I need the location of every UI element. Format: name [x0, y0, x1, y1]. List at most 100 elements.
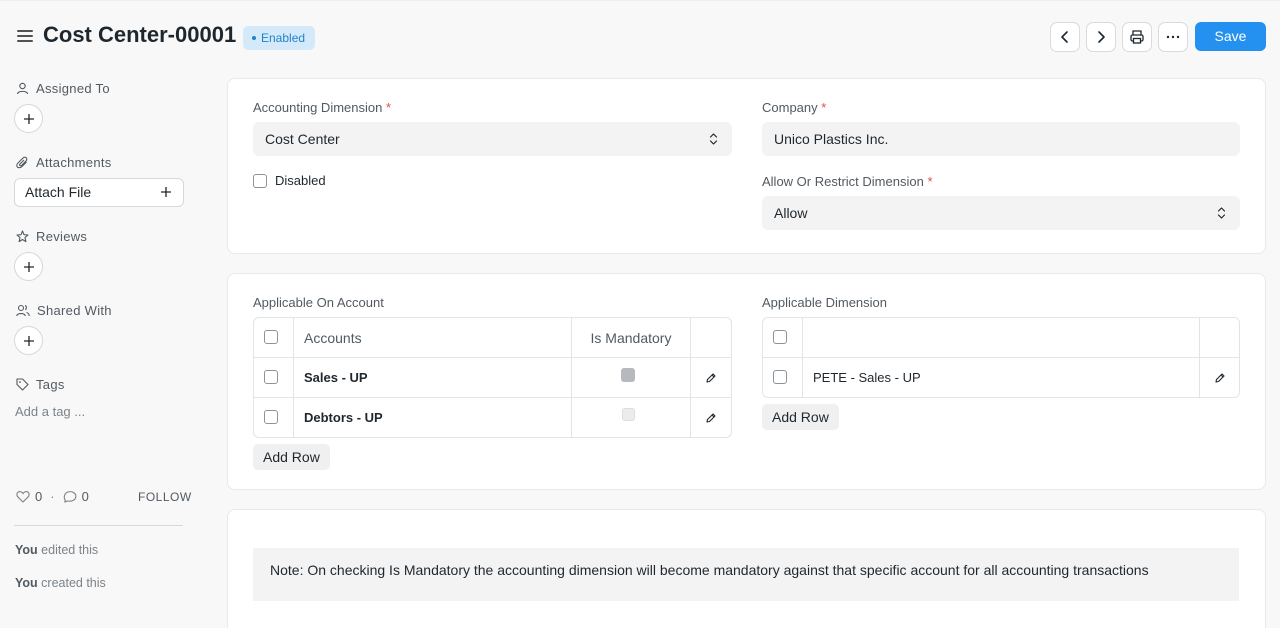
likes-count: 0	[35, 489, 43, 504]
header-edit-cell	[1200, 318, 1239, 358]
company-field[interactable]: Unico Plastics Inc.	[762, 122, 1240, 156]
activity-user: You	[15, 576, 38, 590]
row-checkbox[interactable]	[264, 410, 278, 424]
previous-button[interactable]	[1050, 22, 1080, 52]
is-mandatory-cell	[572, 358, 691, 398]
activity-text: created this	[37, 576, 106, 590]
select-updown-icon	[1217, 207, 1226, 219]
row-checkbox[interactable]	[264, 370, 278, 384]
add-dimension-row-button[interactable]: Add Row	[762, 404, 839, 430]
save-button[interactable]: Save	[1195, 22, 1266, 51]
table-row[interactable]: PETE - Sales - UP	[763, 358, 1239, 398]
accounting-dimension-label: Accounting Dimension *	[253, 100, 391, 115]
paperclip-icon	[16, 156, 28, 169]
attachments-label: Attachments	[36, 155, 112, 170]
status-dot-icon	[252, 35, 256, 40]
next-button[interactable]	[1086, 22, 1116, 52]
comment-icon[interactable]	[63, 490, 77, 503]
attachments-section: Attachments	[16, 155, 112, 170]
tags-label: Tags	[36, 377, 65, 392]
accounting-dimension-value: Cost Center	[265, 131, 340, 147]
status-text: Enabled	[261, 31, 306, 45]
edit-icon[interactable]	[705, 372, 717, 384]
plus-icon	[23, 113, 34, 124]
required-mark: *	[821, 100, 827, 115]
activity-user: You	[15, 543, 38, 557]
is-mandatory-cell	[572, 398, 691, 438]
table-row[interactable]: Sales - UP	[254, 358, 731, 398]
accounting-dimension-select[interactable]: Cost Center	[253, 122, 732, 156]
row-select-cell	[254, 398, 294, 438]
company-label: Company *	[762, 100, 826, 115]
shared-with-label: Shared With	[37, 303, 112, 318]
star-icon	[16, 230, 29, 243]
header-edit-cell	[691, 318, 731, 358]
add-tag-input[interactable]: Add a tag ...	[15, 404, 85, 419]
reviews-section: Reviews	[16, 229, 87, 244]
account-cell[interactable]: Debtors - UP	[294, 398, 572, 438]
add-review-button[interactable]	[14, 252, 43, 281]
plus-icon	[23, 261, 34, 272]
select-all-cell	[254, 318, 294, 358]
chevron-right-icon	[1098, 31, 1105, 43]
allow-restrict-label: Allow Or Restrict Dimension *	[762, 174, 933, 189]
add-assignee-button[interactable]	[14, 104, 43, 133]
disabled-checkbox[interactable]	[253, 174, 267, 188]
more-button[interactable]	[1158, 22, 1188, 52]
add-share-button[interactable]	[14, 326, 43, 355]
column-header-is-mandatory: Is Mandatory	[572, 318, 691, 358]
edit-icon[interactable]	[705, 412, 717, 424]
menu-icon[interactable]	[17, 30, 33, 42]
applicable-section: Applicable On Account Accounts Is Mandat…	[227, 273, 1266, 490]
accounting-dimension-label-text: Accounting Dimension	[253, 100, 383, 115]
applicable-on-account-label: Applicable On Account	[253, 295, 384, 310]
comments-count: 0	[81, 489, 89, 504]
company-label-text: Company	[762, 100, 818, 115]
chevron-left-icon	[1061, 31, 1068, 43]
table-row[interactable]: Debtors - UP	[254, 398, 731, 438]
row-edit-cell	[691, 358, 731, 398]
print-button[interactable]	[1122, 22, 1152, 52]
select-updown-icon	[709, 133, 718, 145]
check-icon	[623, 381, 633, 389]
details-section: Accounting Dimension * Cost Center Disab…	[227, 78, 1266, 254]
column-header-accounts: Accounts	[294, 318, 572, 358]
required-mark: *	[385, 100, 392, 115]
edit-icon[interactable]	[1214, 372, 1226, 384]
plus-icon	[23, 335, 34, 346]
shared-with-section: Shared With	[16, 303, 112, 318]
row-select-cell	[254, 358, 294, 398]
sidebar-divider	[14, 525, 183, 526]
account-cell[interactable]: Sales - UP	[294, 358, 572, 398]
row-checkbox[interactable]	[773, 370, 787, 384]
status-badge: Enabled	[243, 26, 316, 50]
table-header-row	[763, 318, 1239, 358]
row-edit-cell	[691, 398, 731, 438]
allow-restrict-label-text: Allow Or Restrict Dimension	[762, 174, 924, 189]
assigned-to-label: Assigned To	[36, 81, 110, 96]
table-header-row: Accounts Is Mandatory	[254, 318, 731, 358]
row-select-cell	[763, 358, 803, 398]
dimension-cell[interactable]: PETE - Sales - UP	[803, 358, 1200, 398]
more-horizontal-icon	[1166, 35, 1180, 39]
applicable-dimension-label: Applicable Dimension	[762, 295, 888, 310]
add-account-row-button[interactable]: Add Row	[253, 444, 330, 470]
allow-restrict-select[interactable]: Allow	[762, 196, 1240, 230]
heart-icon[interactable]	[16, 490, 30, 503]
assigned-to-section: Assigned To	[16, 81, 110, 96]
accounts-table: Accounts Is Mandatory Sales - UP Debtors…	[253, 317, 732, 438]
disabled-label: Disabled	[275, 173, 326, 188]
select-all-checkbox[interactable]	[773, 330, 787, 344]
page-header: Cost Center-00001 Enabled Save	[0, 0, 1280, 74]
tags-section: Tags	[16, 377, 65, 392]
activity-item: You edited this	[15, 543, 98, 557]
attach-file-button[interactable]: Attach File	[14, 178, 184, 207]
is-mandatory-checkbox-checked[interactable]	[621, 368, 635, 389]
plus-icon	[161, 187, 171, 197]
select-all-checkbox[interactable]	[264, 330, 278, 344]
separator-dot: ·	[50, 489, 55, 504]
select-all-cell	[763, 318, 803, 358]
is-mandatory-checkbox[interactable]	[622, 408, 635, 421]
follow-button[interactable]: FOLLOW	[138, 490, 192, 504]
allow-restrict-value: Allow	[774, 205, 808, 221]
